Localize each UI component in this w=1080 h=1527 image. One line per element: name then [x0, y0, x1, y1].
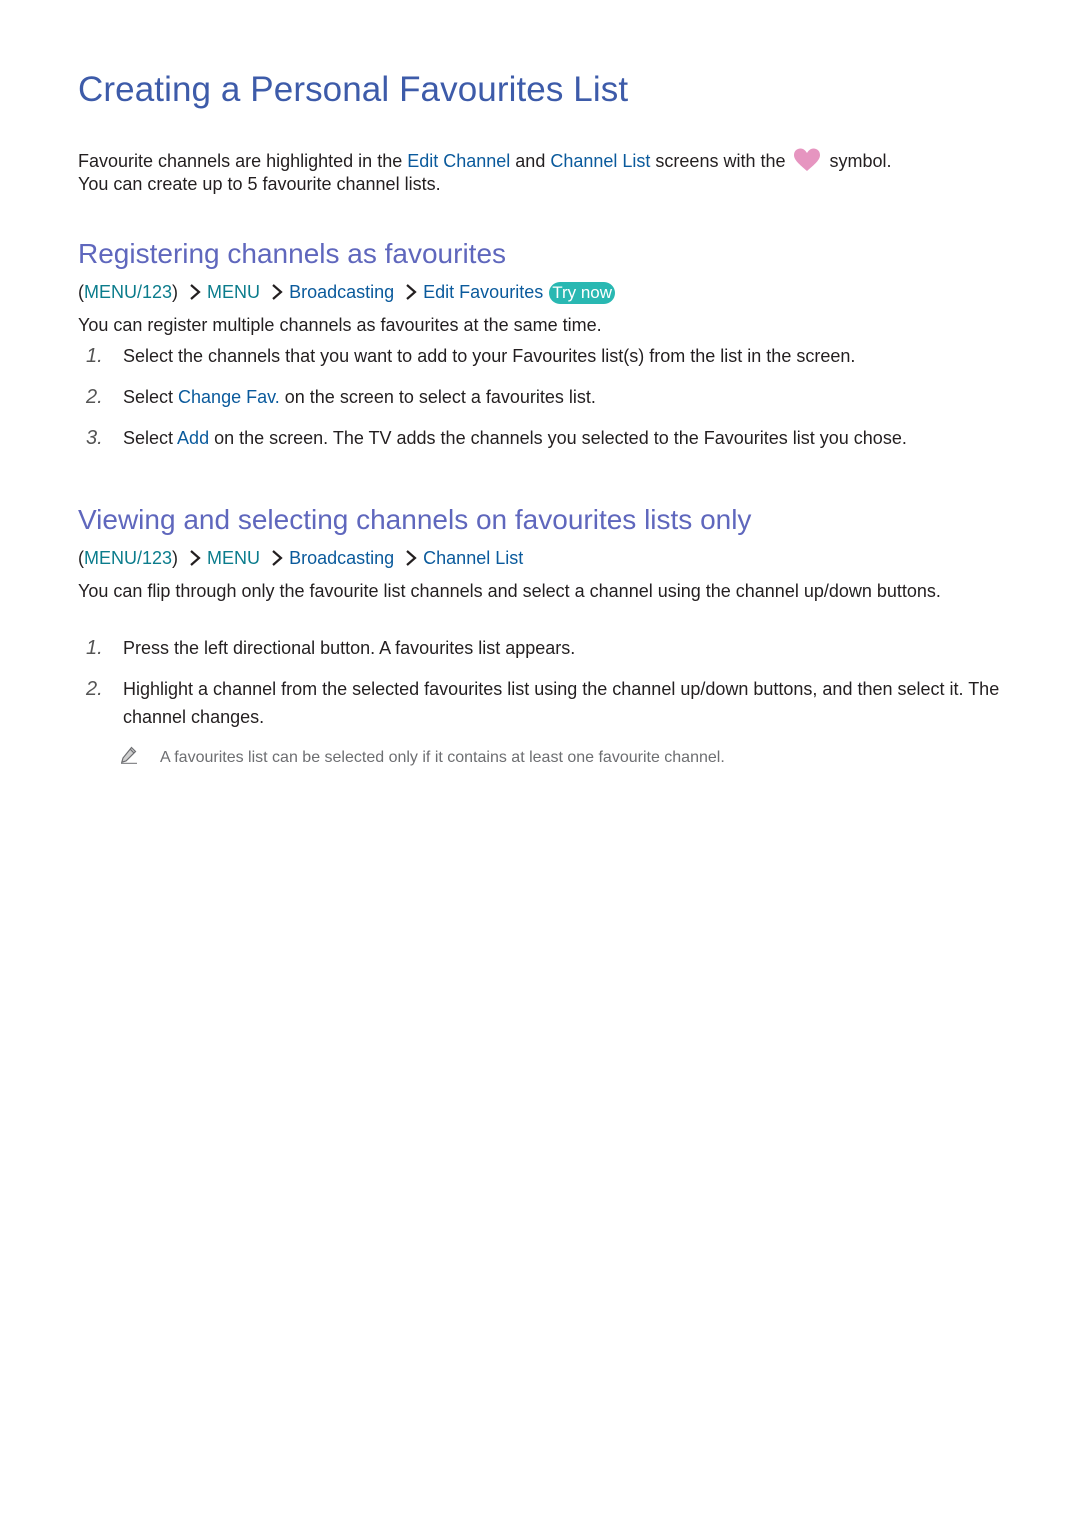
change-fav-link[interactable]: Change Fav. [178, 387, 280, 407]
breadcrumb-paren: ) [172, 548, 179, 568]
step-text-part: on the screen. The TV adds the channels … [209, 428, 907, 448]
chevron-right-icon [272, 550, 283, 566]
add-link[interactable]: Add [177, 428, 209, 448]
intro-text: symbol. [829, 151, 892, 171]
page-title: Creating a Personal Favourites List [78, 70, 629, 109]
breadcrumb-menu123[interactable]: MENU/123 [84, 548, 172, 568]
heart-icon [794, 148, 821, 171]
breadcrumb-menu123[interactable]: MENU/123 [84, 282, 172, 302]
breadcrumb-channel-list[interactable]: Channel List [423, 548, 523, 568]
step-number: 3. [86, 427, 103, 449]
breadcrumb: (MENU/123) MENU Broadcasting Channel Lis… [78, 546, 523, 570]
section2-description: You can flip through only the favourite … [78, 581, 941, 601]
intro-paragraph: Favourite channels are highlighted in th… [78, 148, 1018, 196]
channel-list-link[interactable]: Channel List [550, 151, 650, 171]
step-number: 1. [86, 637, 103, 659]
intro-text: and [510, 151, 551, 171]
breadcrumb-broadcasting[interactable]: Broadcasting [289, 282, 394, 302]
step-number: 1. [86, 345, 103, 367]
step-text: Select the channels that you want to add… [123, 346, 856, 366]
edit-channel-link[interactable]: Edit Channel [407, 151, 510, 171]
chevron-right-icon [406, 284, 417, 300]
step-text: Highlight a channel from the selected fa… [123, 679, 1000, 727]
step-number: 2. [86, 386, 103, 408]
step-text: Select Change Fav. on the screen to sele… [123, 383, 1018, 411]
note: A favourites list can be selected only i… [120, 746, 725, 770]
intro-text: screens with the [650, 151, 786, 171]
section-heading-registering: Registering channels as favourites [78, 238, 507, 269]
chevron-right-icon [406, 550, 417, 566]
breadcrumb: (MENU/123) MENU Broadcasting Edit Favour… [78, 280, 616, 304]
breadcrumb-paren: ) [172, 282, 179, 302]
try-now-button[interactable]: Try now [549, 282, 616, 304]
breadcrumb-menu[interactable]: MENU [207, 548, 260, 568]
step-text-part: Select [123, 428, 178, 448]
step-number: 2. [86, 678, 103, 700]
intro-text: Favourite channels are highlighted in th… [78, 151, 408, 171]
section-heading-viewing: Viewing and selecting channels on favour… [78, 504, 752, 535]
step-text-part: Select [123, 387, 179, 407]
intro-line-2: You can create up to 5 favourite channel… [78, 174, 441, 194]
note-text: A favourites list can be selected only i… [160, 749, 725, 766]
chevron-right-icon [272, 284, 283, 300]
breadcrumb-broadcasting[interactable]: Broadcasting [289, 548, 394, 568]
pencil-icon [120, 746, 137, 764]
breadcrumb-menu[interactable]: MENU [207, 282, 260, 302]
chevron-right-icon [190, 284, 201, 300]
step-text: Select Add on the screen. The TV adds th… [123, 424, 1018, 452]
step-text-part: on the screen to select a favourites lis… [279, 387, 596, 407]
chevron-right-icon [190, 550, 201, 566]
section1-description: You can register multiple channels as fa… [78, 315, 602, 335]
step-text: Press the left directional button. A fav… [123, 638, 576, 658]
breadcrumb-edit-favourites[interactable]: Edit Favourites [423, 282, 543, 302]
